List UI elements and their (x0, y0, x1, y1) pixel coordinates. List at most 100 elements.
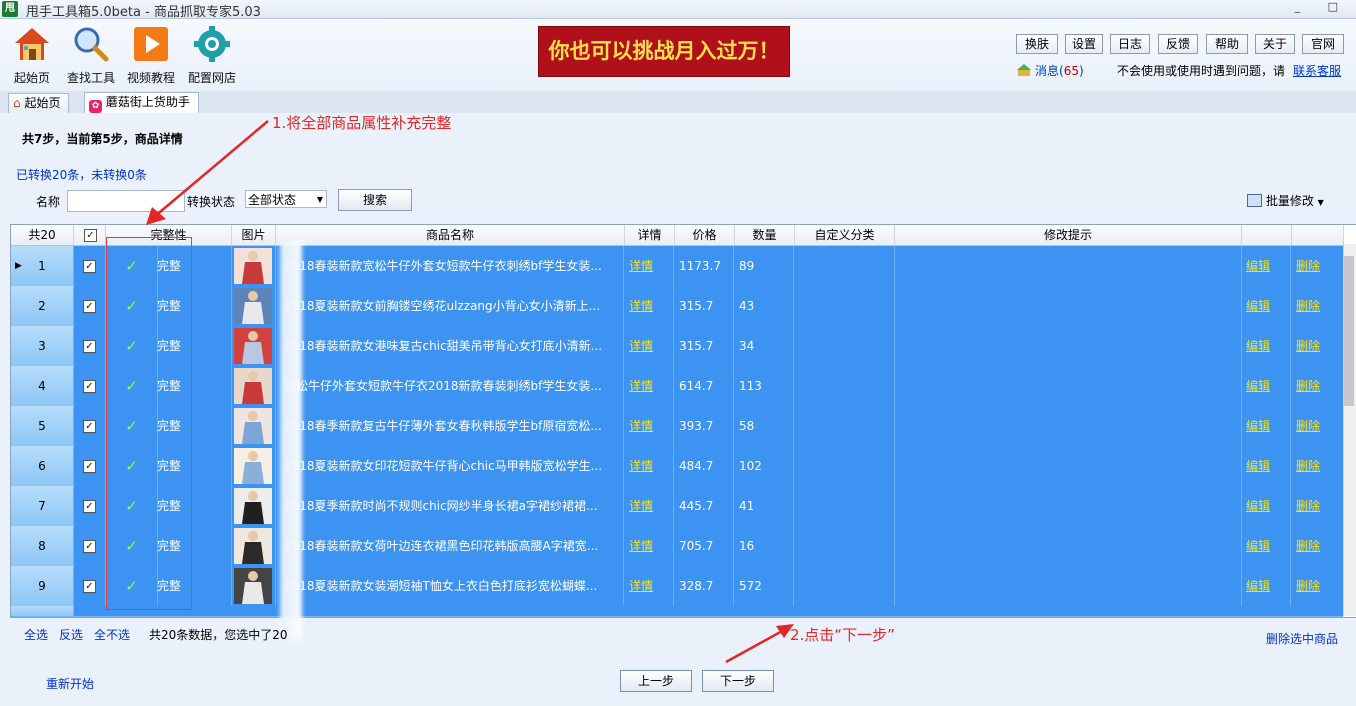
detail-cell[interactable]: 详情 (625, 406, 674, 446)
row-checkbox[interactable]: ✓ (83, 260, 96, 273)
row-checkbox-cell[interactable]: ✓ (74, 486, 106, 526)
edit-link[interactable]: 编辑 (1246, 299, 1270, 313)
detail-link[interactable]: 详情 (629, 339, 653, 353)
custom-category-cell[interactable] (795, 486, 895, 526)
edit-cell[interactable]: 编辑 (1242, 446, 1291, 486)
edit-link[interactable]: 编辑 (1246, 579, 1270, 593)
edit-cell[interactable]: 编辑 (1242, 286, 1291, 326)
promo-banner[interactable]: 你也可以挑战月入过万！ (538, 26, 790, 77)
custom-category-cell[interactable] (795, 406, 895, 446)
table-row[interactable]: ▶ 1 ✓ ✓ 完整 2018春装新款宽松牛仔外套女短款牛仔衣刺绣bf学生女装... 详情 1… (11, 246, 1343, 287)
custom-category-cell[interactable] (795, 446, 895, 486)
row-checkbox[interactable]: ✓ (83, 380, 96, 393)
image-cell[interactable] (232, 326, 276, 366)
table-row[interactable]: 9 ✓ ✓ 完整 2018夏装新款女装潮短袖T恤女上衣白色打底衫宽松蝴蝶... 详情 328… (11, 566, 1343, 607)
help-button[interactable]: 帮助 (1206, 34, 1248, 54)
row-number[interactable]: 2 (11, 286, 74, 326)
delete-selected-link[interactable]: 删除选中商品 (1266, 630, 1338, 647)
detail-cell[interactable]: 详情 (625, 326, 674, 366)
delete-cell[interactable]: 删除 (1292, 326, 1343, 366)
row-checkbox[interactable]: ✓ (83, 540, 96, 553)
delete-link[interactable]: 删除 (1296, 539, 1320, 553)
next-step-button[interactable]: 下一步 (702, 670, 774, 692)
message-icon[interactable] (1016, 63, 1032, 77)
image-cell[interactable] (232, 406, 276, 446)
scrollbar-thumb[interactable] (1344, 256, 1354, 406)
row-number[interactable]: 4 (11, 366, 74, 406)
delete-cell[interactable]: 删除 (1292, 286, 1343, 326)
invert-selection-link[interactable]: 反选 (59, 626, 83, 643)
edit-link[interactable]: 编辑 (1246, 339, 1270, 353)
custom-category-cell[interactable] (795, 286, 895, 326)
delete-cell[interactable]: 删除 (1292, 526, 1343, 566)
toolbar-config-shop[interactable]: 配置网店 (182, 23, 242, 87)
restart-link[interactable]: 重新开始 (46, 675, 94, 692)
custom-category-cell[interactable] (795, 246, 895, 286)
select-all-checkbox[interactable]: ✓ (84, 229, 97, 242)
skin-button[interactable]: 换肤 (1016, 34, 1058, 54)
delete-cell[interactable]: 删除 (1292, 486, 1343, 526)
tab-mogujie-helper[interactable]: ✿ 蘑菇街上货助手 (84, 92, 199, 114)
toolbar-video-tutorial[interactable]: 视频教程 (121, 23, 181, 87)
row-checkbox-cell[interactable]: ✓ (74, 246, 106, 286)
edit-link[interactable]: 编辑 (1246, 499, 1270, 513)
custom-category-cell[interactable] (795, 566, 895, 606)
detail-cell[interactable]: 详情 (625, 366, 674, 406)
image-cell[interactable] (232, 566, 276, 606)
edit-link[interactable]: 编辑 (1246, 539, 1270, 553)
row-checkbox-cell[interactable]: ✓ (74, 406, 106, 446)
row-number[interactable]: 8 (11, 526, 74, 566)
detail-link[interactable]: 详情 (629, 539, 653, 553)
row-number[interactable]: 3 (11, 326, 74, 366)
table-row[interactable]: 5 ✓ ✓ 完整 2018春季新款复古牛仔薄外套女春秋韩版学生bf原宿宽松... 详情 39… (11, 406, 1343, 447)
image-cell[interactable] (232, 246, 276, 286)
custom-category-cell[interactable] (795, 366, 895, 406)
edit-cell[interactable]: 编辑 (1242, 526, 1291, 566)
delete-link[interactable]: 删除 (1296, 259, 1320, 273)
toolbar-start-page[interactable]: 起始页 (2, 23, 62, 87)
image-cell[interactable] (232, 366, 276, 406)
row-number[interactable] (11, 606, 74, 616)
row-checkbox[interactable]: ✓ (83, 420, 96, 433)
edit-cell[interactable]: 编辑 (1242, 366, 1291, 406)
row-checkbox-cell[interactable]: ✓ (74, 566, 106, 606)
detail-cell[interactable]: 详情 (625, 446, 674, 486)
table-row[interactable]: 3 ✓ ✓ 完整 2018春装新款女港味复古chic甜美吊带背心女打底小清新... 详情 3… (11, 326, 1343, 367)
edit-cell[interactable]: 编辑 (1242, 406, 1291, 446)
row-number[interactable]: 7 (11, 486, 74, 526)
detail-link[interactable]: 详情 (629, 419, 653, 433)
image-cell[interactable] (232, 286, 276, 326)
custom-category-cell[interactable] (795, 326, 895, 366)
edit-cell[interactable]: 编辑 (1242, 486, 1291, 526)
row-number[interactable]: 9 (11, 566, 74, 606)
delete-link[interactable]: 删除 (1296, 339, 1320, 353)
delete-link[interactable]: 删除 (1296, 419, 1320, 433)
delete-link[interactable]: 删除 (1296, 299, 1320, 313)
message-link[interactable]: 消息(65) (1035, 62, 1084, 79)
table-row[interactable] (11, 606, 1343, 617)
delete-link[interactable]: 删除 (1296, 379, 1320, 393)
table-row[interactable]: 6 ✓ ✓ 完整 2018夏装新款女印花短款牛仔背心chic马甲韩版宽松学生... 详情 4… (11, 446, 1343, 487)
row-checkbox[interactable]: ✓ (83, 300, 96, 313)
delete-cell[interactable]: 删除 (1292, 406, 1343, 446)
window-controls[interactable]: _ □ (1295, 0, 1350, 13)
table-row[interactable]: 2 ✓ ✓ 完整 2018夏装新款女前胸镂空绣花ulzzang小背心女小清新上... 详情… (11, 286, 1343, 327)
image-cell[interactable] (232, 486, 276, 526)
delete-cell[interactable]: 删除 (1292, 366, 1343, 406)
row-checkbox[interactable]: ✓ (83, 580, 96, 593)
table-row[interactable]: 4 ✓ ✓ 完整 宽松牛仔外套女短款牛仔衣2018新款春装刺绣bf学生女装... 详情 61… (11, 366, 1343, 407)
row-checkbox-cell[interactable]: ✓ (74, 286, 106, 326)
delete-cell[interactable]: 删除 (1292, 246, 1343, 286)
edit-cell[interactable]: 编辑 (1242, 566, 1291, 606)
row-checkbox-cell[interactable]: ✓ (74, 326, 106, 366)
row-checkbox[interactable]: ✓ (83, 460, 96, 473)
log-button[interactable]: 日志 (1110, 34, 1150, 54)
edit-cell[interactable]: 编辑 (1242, 246, 1291, 286)
detail-cell[interactable]: 详情 (625, 286, 674, 326)
edit-link[interactable]: 编辑 (1246, 419, 1270, 433)
delete-link[interactable]: 删除 (1296, 579, 1320, 593)
select-all-link[interactable]: 全选 (24, 626, 48, 643)
row-checkbox-cell[interactable]: ✓ (74, 446, 106, 486)
search-button[interactable]: 搜索 (338, 189, 412, 211)
official-site-button[interactable]: 官网 (1302, 34, 1344, 54)
